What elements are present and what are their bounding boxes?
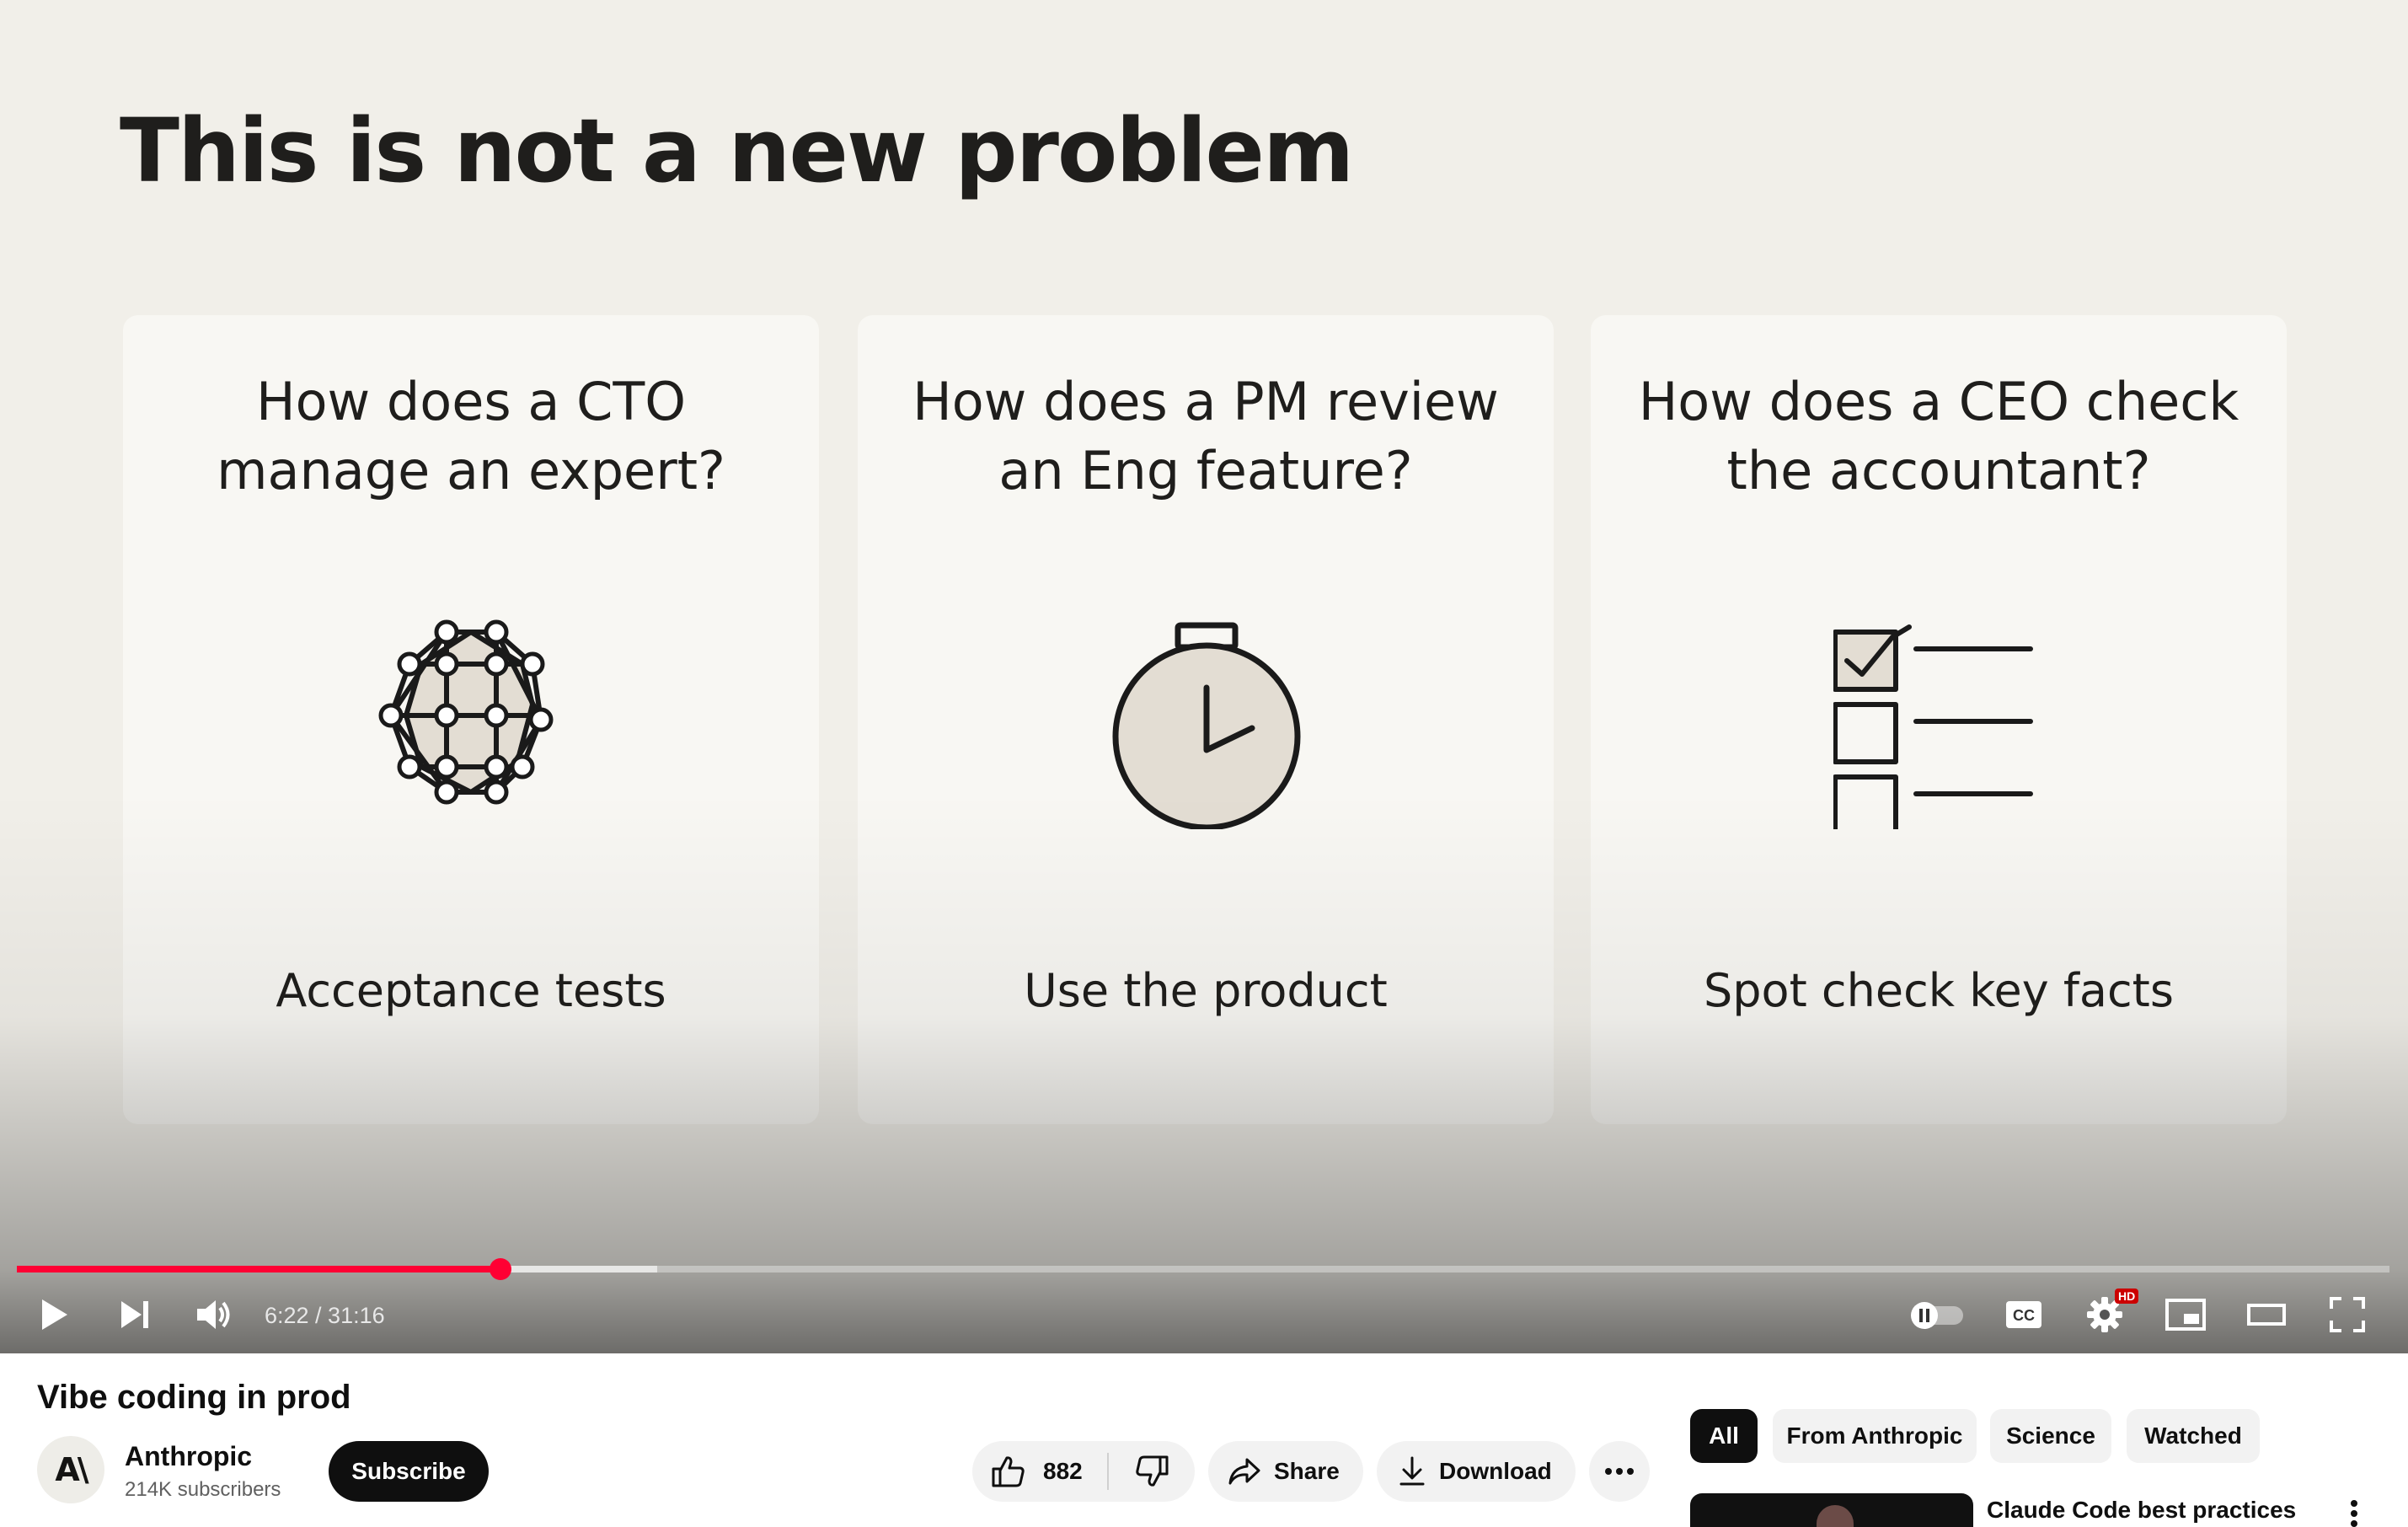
anthropic-logo-icon: A\ — [55, 1451, 88, 1488]
chip-all[interactable]: All — [1690, 1409, 1758, 1463]
share-icon — [1228, 1458, 1260, 1485]
fullscreen-button[interactable] — [2322, 1289, 2373, 1340]
skip-next-icon — [121, 1301, 148, 1328]
stopwatch-icon — [1112, 622, 1301, 829]
card-question: How does a CEO check the accountant? — [1638, 371, 2239, 501]
card-answer: Spot check key facts — [1704, 964, 2174, 1017]
miniplayer-icon — [2165, 1299, 2206, 1331]
progress-bar[interactable] — [17, 1258, 2389, 1280]
network-grid-icon — [378, 619, 554, 805]
fullscreen-icon — [2330, 1297, 2365, 1332]
channel-avatar[interactable]: A\ — [37, 1436, 104, 1503]
card-answer: Acceptance tests — [276, 964, 666, 1017]
hd-badge: HD — [2115, 1289, 2139, 1304]
captions-button[interactable]: CC — [1999, 1289, 2049, 1340]
more-horizontal-icon — [1605, 1468, 1634, 1475]
checklist-icon — [1833, 624, 2033, 829]
card-answer: Use the product — [1024, 964, 1388, 1017]
autoplay-toggle[interactable] — [1908, 1289, 1968, 1340]
next-button[interactable] — [110, 1289, 160, 1340]
slide-card: How does a CTO manage an expert? Accepta… — [123, 315, 819, 1124]
download-label: Download — [1439, 1458, 1552, 1484]
share-button[interactable]: Share — [1208, 1441, 1363, 1502]
chip-watched[interactable]: Watched — [2127, 1409, 2260, 1463]
share-label: Share — [1274, 1458, 1340, 1484]
channel-name[interactable]: Anthropic — [125, 1441, 252, 1472]
scrubber-handle[interactable] — [490, 1258, 512, 1280]
theater-mode-icon — [2247, 1304, 2286, 1326]
slide-title: This is not a new problem — [120, 99, 1354, 202]
cc-icon: CC — [2006, 1301, 2041, 1328]
time-display: 6:22 / 31:16 — [265, 1303, 385, 1328]
player-controls: 6:22 / 31:16 CC — [0, 1284, 2408, 1345]
play-icon — [42, 1299, 67, 1330]
svg-text:CC: CC — [2013, 1307, 2035, 1324]
mute-button[interactable] — [189, 1289, 239, 1340]
slide-card: How does a PM review an Eng feature? Use… — [858, 315, 1554, 1124]
recommendation-thumbnail[interactable] — [1690, 1493, 1973, 1527]
chip-science[interactable]: Science — [1990, 1409, 2111, 1463]
play-button[interactable] — [29, 1289, 79, 1340]
thumbnail-person — [1817, 1505, 1854, 1527]
theater-mode-button[interactable] — [2241, 1289, 2292, 1340]
video-player[interactable]: This is not a new problem How does a CTO… — [0, 0, 2408, 1353]
thumbs-up-icon — [992, 1456, 1025, 1487]
dislike-button[interactable] — [1109, 1441, 1195, 1502]
card-question: How does a CTO manage an expert? — [217, 371, 725, 501]
subscribe-button[interactable]: Subscribe — [329, 1441, 489, 1502]
autoplay-toggle-icon — [1911, 1302, 1963, 1329]
like-dislike-group: 882 — [972, 1441, 1195, 1502]
download-button[interactable]: Download — [1377, 1441, 1576, 1502]
video-title: Vibe coding in prod — [37, 1379, 351, 1416]
more-vertical-icon — [2351, 1500, 2357, 1527]
recommendation-menu-button[interactable] — [2337, 1497, 2371, 1527]
slide-card: How does a CEO check the accountant? Spo… — [1591, 315, 2287, 1124]
chip-from-anthropic[interactable]: From Anthropic — [1773, 1409, 1977, 1463]
thumbs-down-icon — [1136, 1455, 1169, 1487]
recommendation-title[interactable]: Claude Code best practices — [1987, 1497, 2296, 1524]
volume-icon — [197, 1300, 230, 1329]
subscriber-count: 214K subscribers — [125, 1478, 281, 1501]
progress-played — [17, 1266, 501, 1272]
card-question: How does a PM review an Eng feature? — [912, 371, 1499, 501]
like-button[interactable]: 882 — [972, 1441, 1107, 1502]
like-count: 882 — [1043, 1458, 1083, 1484]
more-actions-button[interactable] — [1589, 1441, 1650, 1502]
download-icon — [1399, 1456, 1425, 1486]
miniplayer-button[interactable] — [2160, 1289, 2211, 1340]
